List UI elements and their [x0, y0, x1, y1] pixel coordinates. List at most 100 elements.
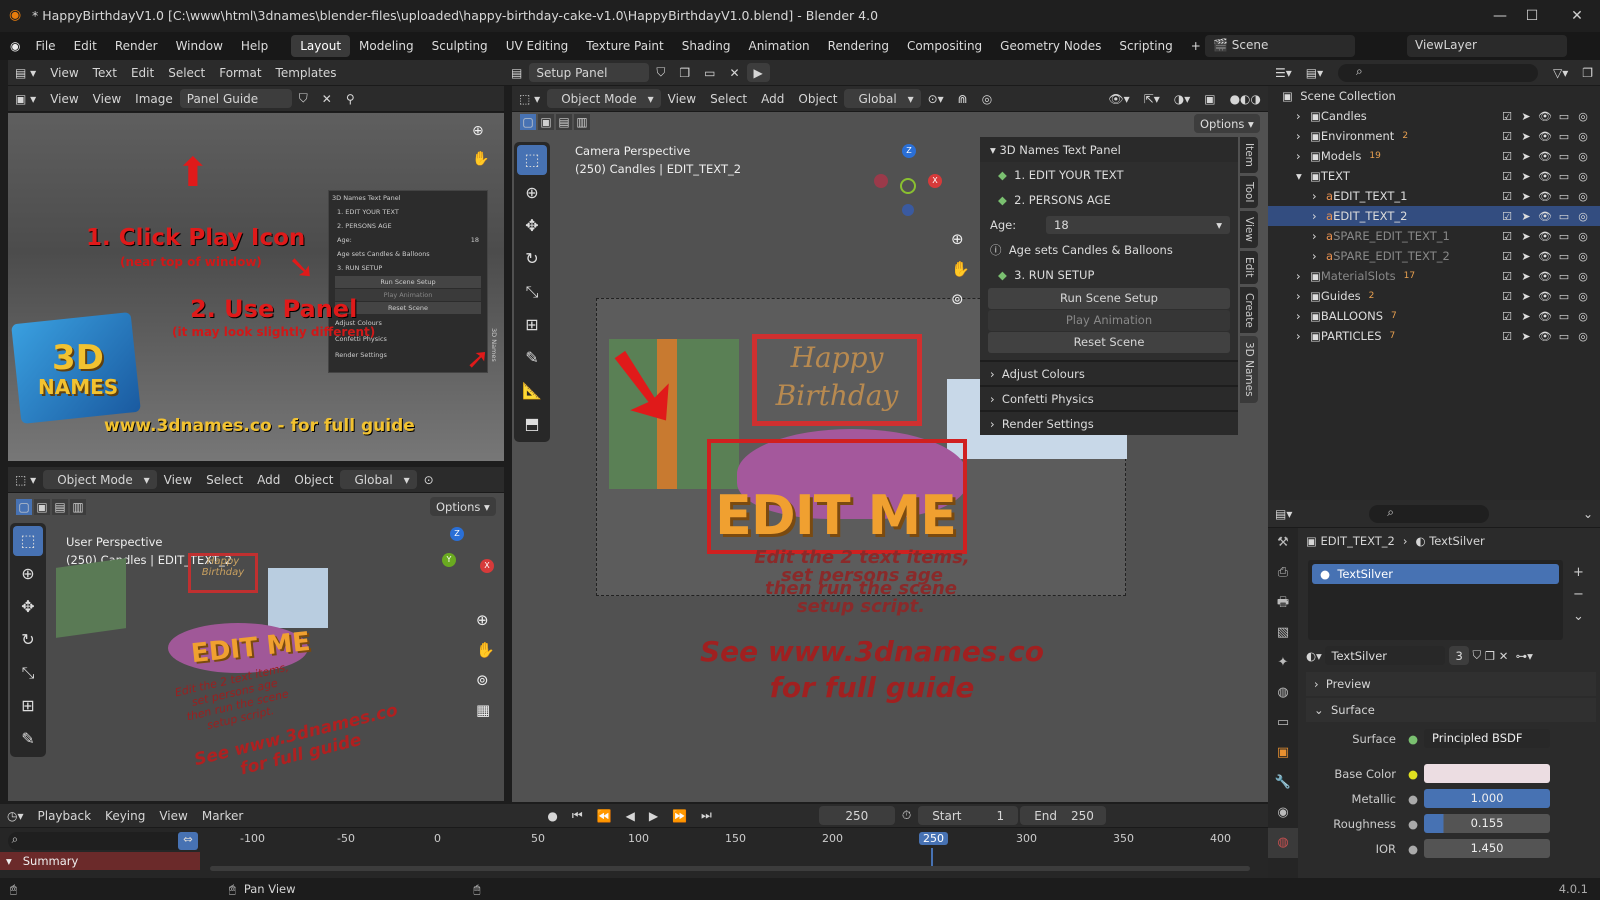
new-text-icon[interactable]: ❐ — [672, 66, 697, 80]
outliner-row[interactable]: › a EDIT_TEXT_2 ☑ ➤ 👁 ▭ ◎ — [1268, 206, 1600, 226]
select-toggle-icon[interactable]: ➤ — [1519, 130, 1533, 143]
render-toggle-icon[interactable]: ◎ — [1576, 190, 1590, 203]
fake-user-icon[interactable]: ⛉ — [1469, 648, 1481, 663]
tab-3d-names[interactable]: 3D Names — [1240, 336, 1258, 404]
select-mode-icon[interactable]: ▥ — [70, 499, 86, 515]
chevron-right-icon[interactable]: › — [1312, 229, 1326, 243]
chevron-right-icon[interactable]: › — [1296, 269, 1310, 283]
unlink-material-icon[interactable]: ✕ — [1495, 649, 1509, 663]
exclude-checkbox-icon[interactable]: ☑ — [1500, 250, 1514, 263]
display-mode-icon[interactable]: ▤▾ — [1299, 66, 1330, 80]
cursor-icon[interactable]: ⊕ — [13, 559, 43, 589]
render-toggle-icon[interactable]: ◎ — [1576, 170, 1590, 183]
zoom-icon[interactable]: ⊕ — [472, 123, 484, 139]
end-frame-field[interactable]: End 250 — [1020, 806, 1107, 825]
play-reverse-icon[interactable]: ◀ — [619, 809, 642, 823]
pivot-icon[interactable]: ⊙▾ — [921, 92, 951, 106]
proportional-icon[interactable]: ◎ — [975, 92, 999, 106]
panel-header[interactable]: ▾ 3D Names Text Panel — [980, 137, 1238, 162]
annotate-icon[interactable]: ✎ — [13, 724, 43, 754]
start-frame-field[interactable]: Start 1 — [918, 806, 1019, 825]
main-mode-selector[interactable]: Object Mode ▾ — [547, 89, 661, 108]
menu-window[interactable]: Window — [167, 35, 232, 57]
transform-icon[interactable]: ⊞ — [13, 691, 43, 721]
select-toggle-icon[interactable]: ➤ — [1519, 270, 1533, 283]
menu-edit[interactable]: Edit — [65, 35, 106, 57]
exclude-checkbox-icon[interactable]: ☑ — [1500, 290, 1514, 303]
exclude-checkbox-icon[interactable]: ☑ — [1500, 150, 1514, 163]
gizmo-toggle-icon[interactable]: ⇱▾ — [1137, 92, 1167, 106]
add-slot-icon[interactable]: + — [1573, 562, 1584, 584]
play-icon[interactable]: ▶ — [642, 809, 665, 823]
render-toggle-icon[interactable]: ◎ — [1576, 270, 1590, 283]
select-box-icon[interactable]: ⬚ — [517, 145, 547, 175]
exclude-checkbox-icon[interactable]: ☑ — [1500, 230, 1514, 243]
slot-menu-icon[interactable]: ⌄ — [1573, 606, 1584, 628]
tab-sculpting[interactable]: Sculpting — [423, 35, 497, 57]
render-toggle-icon[interactable]: ◎ — [1576, 150, 1590, 163]
properties-options-icon[interactable]: ⌄ — [1576, 507, 1600, 521]
main-menu-add[interactable]: Add — [754, 92, 791, 106]
bottom-menu-add[interactable]: Add — [250, 473, 287, 487]
render-toggle-icon[interactable]: ◎ — [1576, 230, 1590, 243]
tab-animation[interactable]: Animation — [739, 35, 818, 57]
timeline-menu-marker[interactable]: Marker — [195, 809, 250, 823]
view-layer-selector[interactable]: ViewLayer — [1407, 35, 1567, 57]
render-toggle-icon[interactable]: ◎ — [1576, 290, 1590, 303]
bottom-mode-selector[interactable]: Object Mode ▾ — [43, 470, 157, 489]
tab-view[interactable]: View — [1240, 211, 1258, 249]
chevron-right-icon[interactable]: › — [1312, 249, 1326, 263]
rotate-icon[interactable]: ↻ — [517, 244, 547, 274]
tab-geometry-nodes[interactable]: Geometry Nodes — [991, 35, 1110, 57]
outliner-row[interactable]: › ▣ Candles ☑ ➤ 👁 ▭ ◎ — [1268, 106, 1600, 126]
chevron-right-icon[interactable]: › — [1296, 149, 1310, 163]
material-name-field[interactable]: TextSilver — [1325, 646, 1446, 665]
tab-modeling[interactable]: Modeling — [350, 35, 423, 57]
select-mode-icon[interactable]: ▥ — [574, 114, 590, 130]
eye-icon[interactable]: 👁 — [1538, 210, 1552, 223]
move-icon[interactable]: ✥ — [517, 211, 547, 241]
outliner-row[interactable]: › ▣ PARTICLES 7 ☑ ➤ 👁 ▭ ◎ — [1268, 326, 1600, 346]
text-menu-edit[interactable]: Edit — [124, 66, 161, 80]
outliner-row[interactable]: › a SPARE_EDIT_TEXT_1 ☑ ➤ 👁 ▭ ◎ — [1268, 226, 1600, 246]
image-menu-view2[interactable]: View — [86, 92, 128, 106]
chevron-right-icon[interactable]: › — [1296, 289, 1310, 303]
timeline-ruler[interactable]: -100 -50 0 50 100 150 200 250 300 350 400 — [200, 832, 1260, 872]
sync-icon[interactable]: ⇔ — [178, 832, 198, 850]
properties-search-input[interactable]: ⌕ — [1369, 504, 1490, 523]
main-orientation-selector[interactable]: Global ▾ — [844, 89, 921, 108]
annotate-icon[interactable]: ✎ — [517, 343, 547, 373]
jump-start-icon[interactable]: ⏮ — [565, 808, 590, 823]
viewport-toggle-icon[interactable]: ▭ — [1557, 310, 1571, 323]
bottom-menu-object[interactable]: Object — [287, 473, 340, 487]
tab-tool[interactable]: Tool — [1240, 175, 1258, 209]
move-icon[interactable]: ✥ — [13, 592, 43, 622]
viewport-toggle-icon[interactable]: ▭ — [1557, 130, 1571, 143]
world-tab-icon[interactable]: ◍ — [1268, 678, 1298, 708]
outliner-row[interactable]: ▾ ▣ TEXT ☑ ➤ 👁 ▭ ◎ — [1268, 166, 1600, 186]
preview-section[interactable]: › Preview — [1306, 672, 1596, 696]
filter-icon[interactable]: ▽▾ — [1546, 66, 1575, 80]
jump-keyframe-forward-icon[interactable]: ⏩ — [665, 809, 694, 823]
scene-collection-row[interactable]: ▣ Scene Collection — [1268, 86, 1600, 106]
bottom-menu-view[interactable]: View — [157, 473, 199, 487]
main-nav-gizmo[interactable]: Z X — [874, 144, 964, 224]
age-dropdown[interactable]: 18 ▾ — [1046, 215, 1230, 234]
bottom-nav-gizmo[interactable]: Z Y X — [420, 527, 500, 607]
eye-icon[interactable]: 👁 — [1538, 270, 1552, 283]
exclude-checkbox-icon[interactable]: ☑ — [1500, 170, 1514, 183]
image-fake-user-icon[interactable]: ⛉ — [292, 91, 315, 106]
viewport-toggle-icon[interactable]: ▭ — [1557, 210, 1571, 223]
current-frame-field[interactable]: 250 — [818, 806, 895, 825]
image-menu-image[interactable]: Image — [128, 92, 180, 106]
timeline-menu-keying[interactable]: Keying — [98, 809, 152, 823]
eye-icon[interactable]: 👁 — [1538, 190, 1552, 203]
exclude-checkbox-icon[interactable]: ☑ — [1500, 110, 1514, 123]
tab-texture-paint[interactable]: Texture Paint — [577, 35, 672, 57]
text-menu-format[interactable]: Format — [212, 66, 268, 80]
roughness-slider[interactable]: 0.155 — [1424, 814, 1551, 833]
tab-shading[interactable]: Shading — [673, 35, 740, 57]
tab-edit[interactable]: Edit — [1240, 251, 1258, 284]
outliner-row[interactable]: › ▣ BALLOONS 7 ☑ ➤ 👁 ▭ ◎ — [1268, 306, 1600, 326]
zoom-icon[interactable]: ⊕ — [951, 224, 970, 254]
